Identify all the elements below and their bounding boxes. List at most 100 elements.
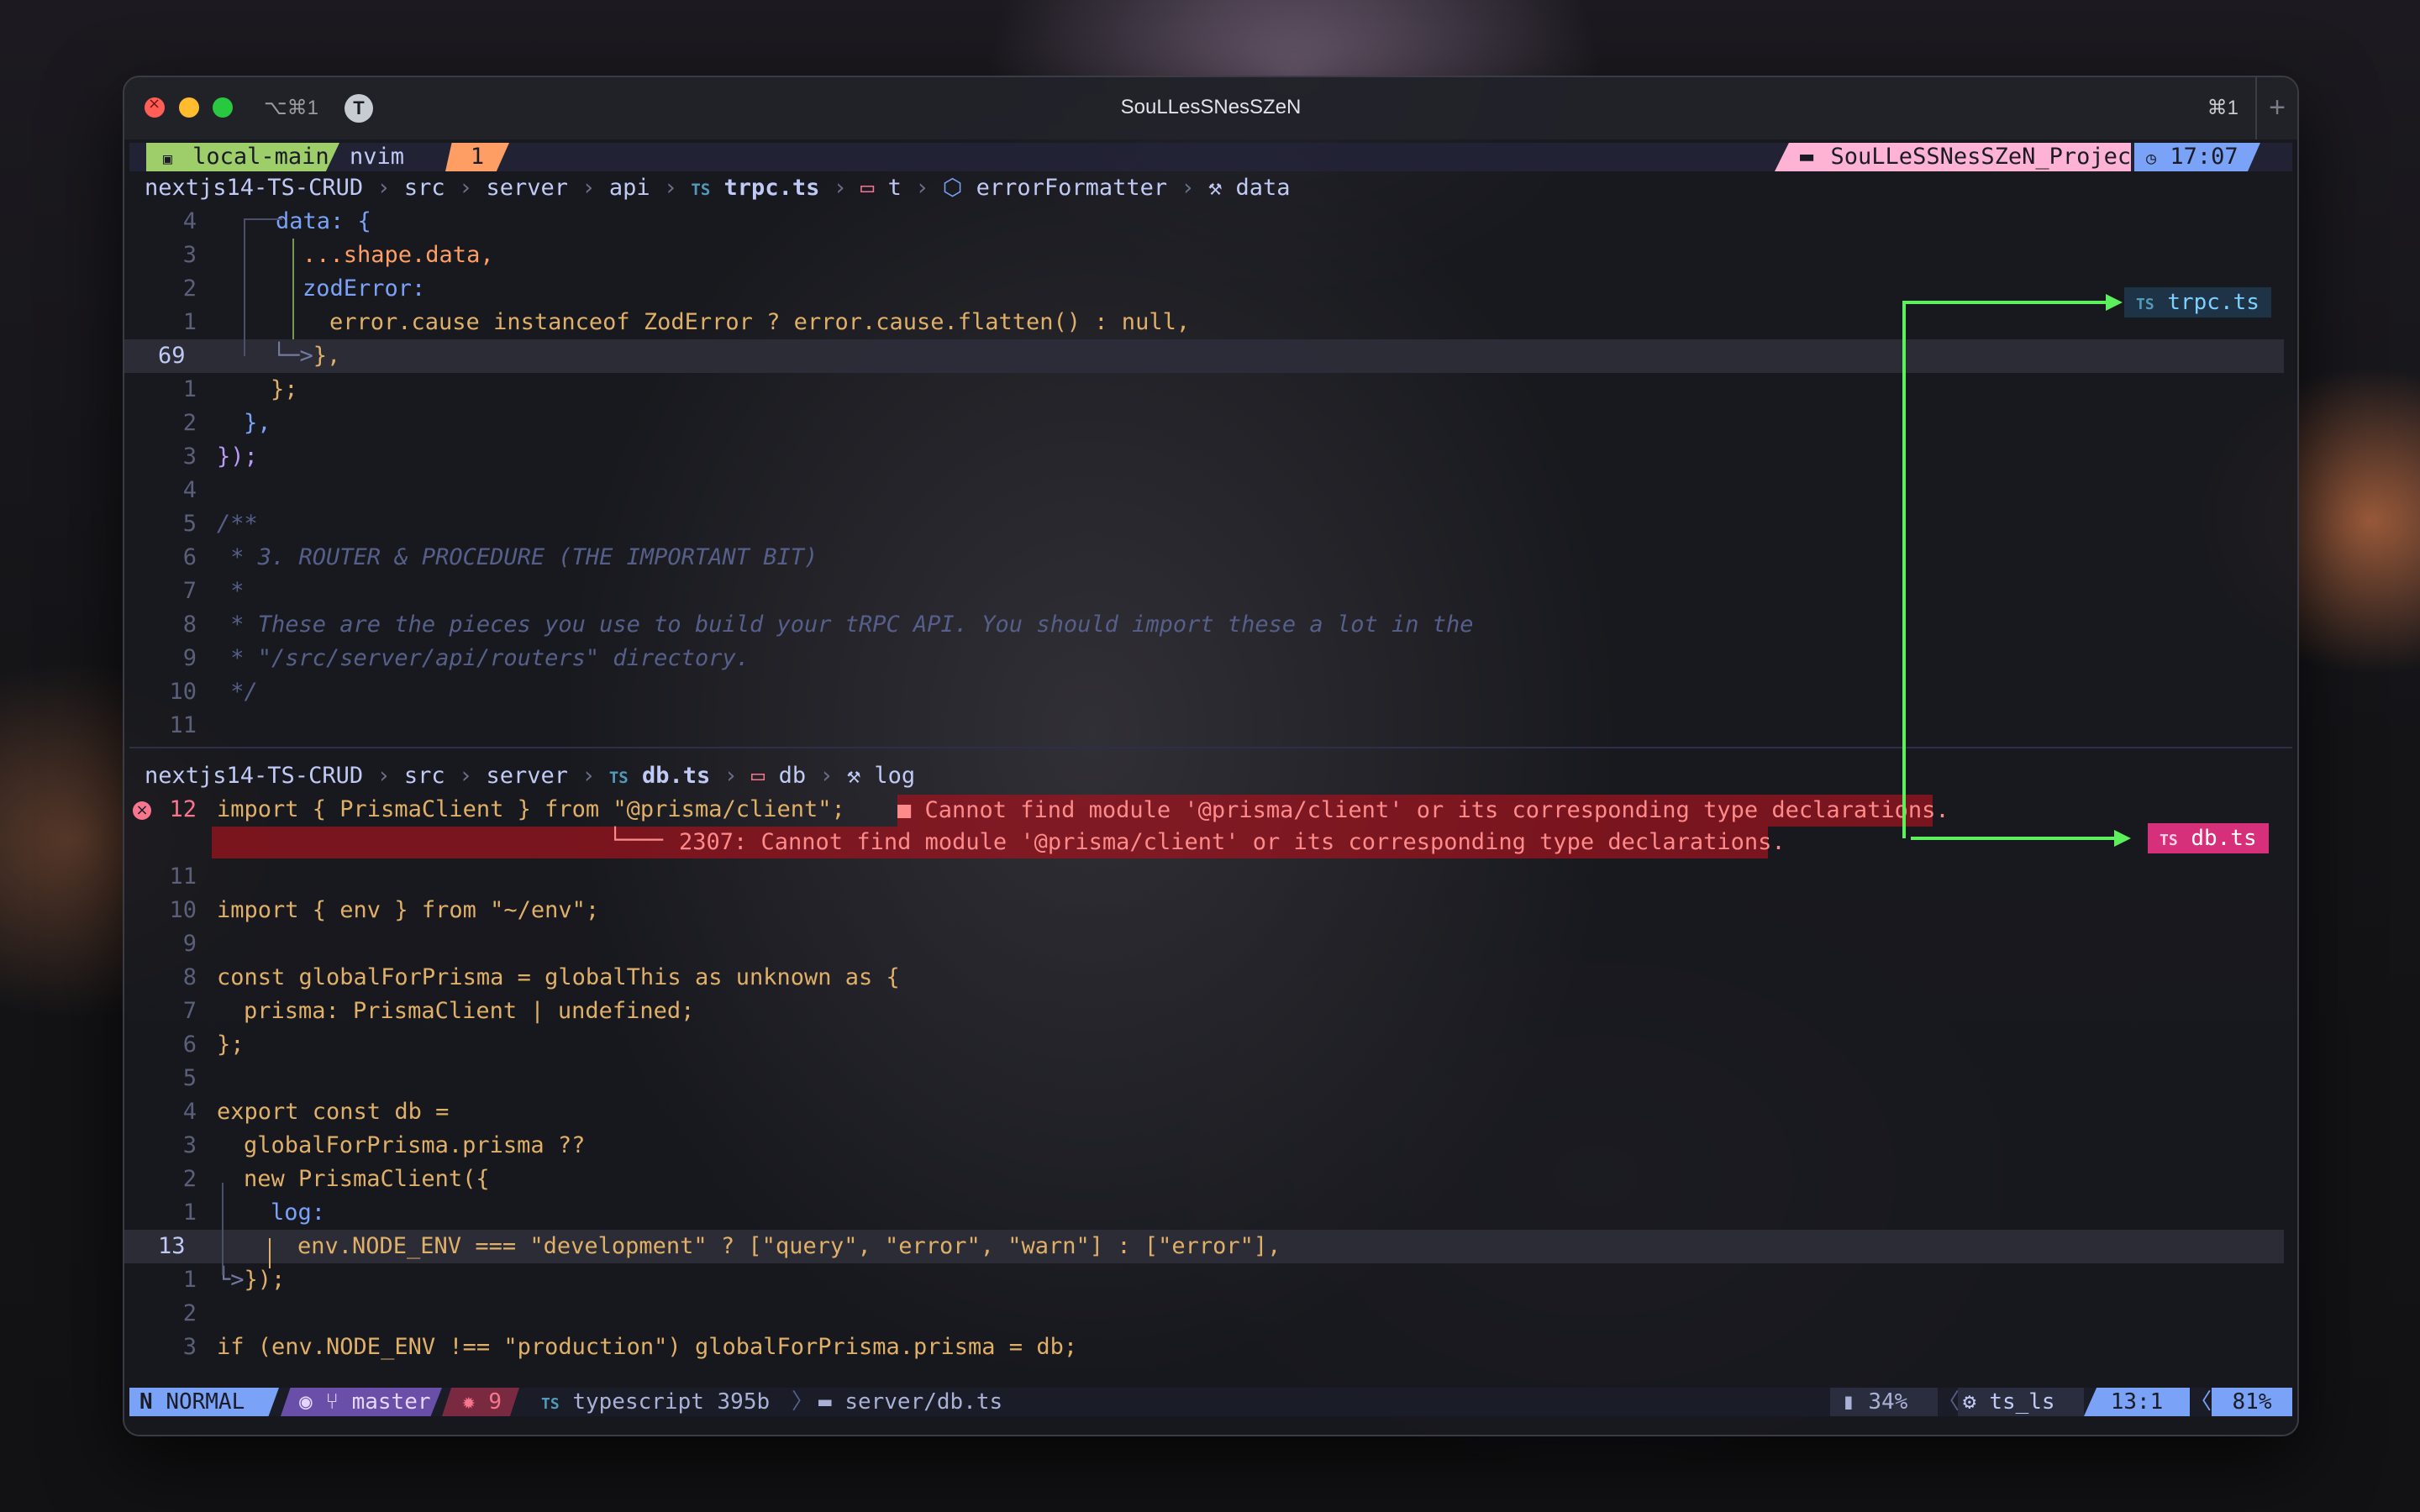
fold-arrow-icon: └─> [272, 343, 313, 369]
code-line[interactable]: 9 * "/src/server/api/routers" directory. [124, 642, 2284, 675]
line-number: 1 [182, 309, 197, 335]
code-line[interactable]: 2}, [124, 407, 2284, 440]
terminal-icon: ▣ [163, 150, 172, 168]
code-line[interactable]: 3 if (env.NODE_ENV !== "production") glob… [124, 1331, 2284, 1364]
float-label-trpc[interactable]: TS trpc.ts [2124, 287, 2271, 318]
code-line[interactable]: 8 const globalForPrisma = globalThis as u… [124, 961, 2284, 995]
code-line[interactable]: 11 [124, 709, 2284, 743]
diagnostic-virtual-line[interactable]: └─── 2307: Cannot find module '@prisma/c… [212, 827, 1786, 858]
lsp-status[interactable]: ⚙ ts_ls [1958, 1388, 2084, 1416]
tmux-window-name[interactable]: nvim [350, 143, 404, 171]
code-line[interactable]: 3 globalForPrisma.prisma ?? [124, 1129, 2284, 1163]
line-number: 6 [182, 1032, 197, 1058]
line-number: 2 [182, 410, 197, 436]
line-number: 7 [182, 578, 197, 604]
indent-guide [244, 218, 282, 220]
cursor-line[interactable]: 13 env.NODE_ENV === "development" ? ["que… [124, 1230, 2284, 1263]
cursor-line[interactable]: 69 └─>}, [124, 339, 2284, 373]
code-text: * [217, 578, 245, 604]
code-line[interactable]: 4 data: { [124, 205, 2284, 239]
line-number: 8 [182, 964, 197, 990]
crumb-symbol-data[interactable]: data [1235, 175, 1290, 201]
line-number-current: 13 [158, 1233, 186, 1259]
code-line[interactable]: 11 [124, 860, 2284, 894]
code-line[interactable]: 2 [124, 1297, 2284, 1331]
code-line[interactable]: 6}; [124, 1028, 2284, 1062]
arrow-head-icon [2106, 294, 2123, 311]
line-number: 7 [182, 998, 197, 1024]
code-line[interactable]: 7 * [124, 575, 2284, 608]
line-number: 4 [182, 1099, 197, 1125]
crumb-symbol-log[interactable]: log [874, 763, 915, 789]
code-line[interactable]: 2 new PrismaClient({ [124, 1163, 2284, 1196]
code-text: env.NODE_ENV === "development" ? ["query… [297, 1233, 1281, 1259]
float-label-db[interactable]: TS db.ts [2148, 823, 2269, 853]
scope-guide [269, 1238, 271, 1268]
crumb-file[interactable]: db.ts [642, 763, 710, 789]
typescript-icon: TS [2136, 296, 2154, 313]
line-number: 3 [182, 1334, 197, 1360]
code-line[interactable]: 3 ...shape.data, [124, 239, 2284, 272]
code-text: ...shape.data, [302, 242, 494, 268]
crumb-symbol-t[interactable]: t [888, 175, 902, 201]
crumb-server[interactable]: server [486, 175, 568, 201]
code-text: globalForPrisma.prisma ?? [244, 1132, 586, 1158]
error-count[interactable]: ✹ 9 [442, 1388, 519, 1416]
code-line[interactable]: 7 prisma: PrismaClient | undefined; [124, 995, 2284, 1028]
code-line[interactable]: 8 * These are the pieces you use to buil… [124, 608, 2284, 642]
code-line[interactable]: 1 └>}); [124, 1263, 2284, 1297]
code-line[interactable]: 1}; [124, 373, 2284, 407]
crumb-server[interactable]: server [486, 763, 568, 789]
crumb-project[interactable]: nextjs14-TS-CRUD [145, 763, 363, 789]
code-line[interactable]: 1 log: [124, 1196, 2284, 1230]
crumb-symbol-db[interactable]: db [779, 763, 807, 789]
tmux-session[interactable]: ▣ local-main [146, 143, 339, 171]
git-branch[interactable]: ◉ ⑂ master [281, 1388, 442, 1416]
code-line[interactable]: 3}); [124, 440, 2284, 474]
crumb-file[interactable]: trpc.ts [724, 175, 820, 201]
code-line[interactable]: 1 error.cause instanceof ZodError ? error… [124, 306, 2284, 339]
code-line[interactable]: 5 [124, 1062, 2284, 1095]
gears-icon: ⚙ [1963, 1389, 1976, 1415]
crumb-src[interactable]: src [404, 175, 445, 201]
method-icon: ⬡ [942, 175, 963, 201]
crumb-src[interactable]: src [404, 763, 445, 789]
code-line[interactable]: 5 /** [124, 507, 2284, 541]
diagnostic-inline[interactable]: ■ Cannot find module '@prisma/client' or… [897, 795, 1949, 827]
new-tab-button[interactable]: + [2255, 77, 2297, 139]
split-divider[interactable] [129, 747, 2292, 748]
line-number: 9 [182, 645, 197, 671]
line-number: 1 [182, 1200, 197, 1226]
line-number: 6 [182, 544, 197, 570]
code-text: export const db = [217, 1099, 450, 1125]
diagnostic-virtual-text: 2307: Cannot find module '@prisma/client… [679, 829, 1786, 855]
code-line[interactable]: 6 * 3. ROUTER & PROCEDURE (THE IMPORTANT… [124, 541, 2284, 575]
code-line[interactable]: 9 [124, 927, 2284, 961]
tab-shortcut: ⌘1 [2207, 97, 2238, 119]
segment-separator: 〈 [1938, 1389, 1960, 1415]
fold-arrow-icon: └> [217, 1267, 245, 1293]
crumb-project[interactable]: nextjs14-TS-CRUD [145, 175, 363, 201]
variable-icon: ▭ [751, 763, 765, 789]
code-line[interactable]: 10 */ [124, 675, 2284, 709]
crumb-symbol-errorformatter[interactable]: errorFormatter [976, 175, 1168, 201]
code-text: * "/src/server/api/routers" directory. [217, 645, 750, 671]
code-line[interactable]: 4 export const db = [124, 1095, 2284, 1129]
line-number: 5 [182, 511, 197, 537]
code-text: if (env.NODE_ENV !== "production") globa… [217, 1334, 1078, 1360]
tmux-window-index[interactable]: 1 [445, 143, 509, 171]
breadcrumb-top: nextjs14-TS-CRUD › src › server › api › … [145, 175, 1291, 201]
line-number: 9 [182, 931, 197, 957]
jump-arrow-bottom [1911, 837, 2116, 840]
code-text: }, [244, 410, 271, 436]
line-number: 1 [182, 376, 197, 402]
code-line[interactable]: 4 [124, 474, 2284, 507]
arrow-head-icon [2114, 830, 2131, 847]
code-line[interactable]: 10 import { env } from "~/env"; [124, 894, 2284, 927]
code-text: * 3. ROUTER & PROCEDURE (THE IMPORTANT B… [217, 544, 818, 570]
jump-arrow-vertical [1902, 301, 1906, 838]
scope-guide [292, 239, 294, 339]
code-text: error.cause instanceof ZodError ? error.… [329, 309, 1191, 335]
crumb-api[interactable]: api [609, 175, 650, 201]
typescript-icon: TS [541, 1395, 560, 1413]
